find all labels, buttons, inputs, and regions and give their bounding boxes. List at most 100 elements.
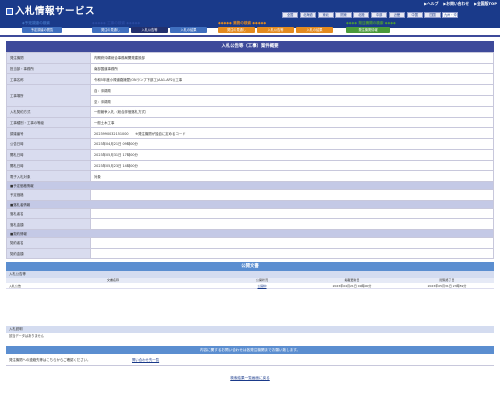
document-name: 入札公告 [9, 284, 22, 288]
field-label: 開札日時 [6, 159, 91, 172]
tab-construction-notice[interactable]: 入札公告等 [131, 27, 168, 33]
nav-divider [0, 35, 500, 37]
app-title[interactable]: 入札情報サービス [6, 3, 95, 17]
table-row: 入札契約方式 一般競争入札（総合評価落札方式） [6, 106, 494, 118]
table-row: 入札公告 公開中 2023年04月21日 09時00分 2023年05月31日 … [6, 283, 494, 289]
region-tab-chugoku[interactable]: 中国 [406, 12, 423, 18]
section-plan-price: ■予定価格情報 [6, 180, 494, 190]
section-winner: ■落札者情報 [6, 199, 494, 209]
table-row: 契約金額 [6, 247, 494, 260]
table-row: 予定価格 [6, 188, 494, 201]
table-row: 調達番号 2023990032151000 ※発注機関が独自に定めるコード [6, 127, 494, 140]
document-status-link[interactable]: 公開中 [257, 284, 266, 288]
category-construction: ◆◆◆◆◆ 工事の検索 ◆◆◆◆◆ [92, 21, 141, 25]
tab-consult-plan[interactable]: 発注の見通し [218, 27, 255, 33]
field-value: 2023年04月21日 09時00分 [90, 138, 494, 150]
table-row: 開札日時 2023年05月31日 17時00分 [6, 148, 494, 161]
region-tab-kinki[interactable]: 近畿 [388, 12, 406, 18]
region-tab-kyushu-okinawa[interactable]: 九州・沖縄 [442, 12, 459, 22]
region-tab-chubu[interactable]: 中部 [370, 12, 388, 18]
category-plan: ◆予定調達の検索 [22, 21, 50, 25]
table-row: 落札者名 [6, 207, 494, 220]
field-value: 一般土木工事 [90, 116, 494, 129]
region-tab-tohoku[interactable]: 東北 [317, 12, 334, 18]
region-tab-shikoku[interactable]: 四国 [424, 12, 441, 18]
field-value [90, 207, 494, 220]
field-label: 予定価格 [6, 188, 91, 201]
field-value [90, 247, 494, 260]
section-contract: ■契約情報 [6, 228, 494, 238]
field-value [90, 218, 494, 230]
table-row: 担当部・事務所 南部国道事務所 [6, 62, 494, 75]
field-value: 2023年05月31日 17時00分 [90, 148, 494, 161]
region-tab-hokkaido[interactable]: 北海道 [299, 12, 317, 18]
field-value: 一般競争入札（総合評価落札方式） [90, 106, 494, 118]
tab-consult-result[interactable]: 入札の結果 [296, 27, 333, 33]
table-row: 開札日時 2023年05月23日 14時00分 [6, 159, 494, 172]
panel-title: 入札公告等（工事）案件概要 [6, 41, 494, 52]
document-updated: 2023年04月21日 09時00分 [332, 284, 372, 288]
documents-subtitle: 入札公告等 [6, 271, 494, 278]
region-tab-kanto[interactable]: 関東 [335, 12, 352, 18]
table-row: 契約者名 [6, 236, 494, 249]
contact-label: 発注機関への連絡先等はこちらからご確認ください。 [9, 358, 91, 362]
notes-body: 該当データはありません [9, 334, 44, 338]
category-consultant: ◆◆◆◆◆ 業務の検索 ◆◆◆◆◆ [218, 21, 267, 25]
table-row: 工事場所 自：沖縄県 [6, 84, 494, 108]
section-header: ■契約情報 [6, 228, 494, 238]
public-documents: 公開文書 入札公告等 文書名称 公開状況 掲載更新日 閲覧終了日 入札公告 公開… [6, 262, 494, 289]
field-label: 工事場所 [6, 84, 91, 108]
field-label: 発注機関 [6, 52, 91, 64]
contact-link[interactable]: ▶お問い合わせ [443, 1, 469, 7]
logo-icon [6, 8, 13, 15]
field-label: 落札金額 [6, 218, 91, 230]
region-tab-hokuriku[interactable]: 北陸 [353, 12, 370, 18]
table-row: 工事名称 令和5年度小禄道路擁壁(ONランプ下部工(AA1-AP2))工事 [6, 73, 494, 86]
project-summary-panel: 入札公告等（工事）案件概要 発注機関 内閣府沖縄総合事務局開発建設部 担当部・事… [6, 41, 494, 260]
field-label: 調達番号 [6, 127, 91, 140]
section-header: ■落札者情報 [6, 199, 494, 209]
national-top-link[interactable]: ▶全国版TOP [474, 1, 497, 7]
table-row: 電子入札対象 対象 [6, 170, 494, 182]
field-label: 開札日時 [6, 148, 91, 161]
section-header: ■予定価格情報 [6, 180, 494, 190]
field-value: 至：沖縄県 [90, 95, 494, 108]
region-tab-national[interactable]: 全国 [282, 12, 299, 18]
field-value [90, 236, 494, 249]
document-status: 公開中 [220, 283, 304, 288]
field-label: 公告日時 [6, 138, 91, 150]
field-label: 工事名称 [6, 73, 91, 86]
table-row: 落札金額 [6, 218, 494, 230]
region-tabs: 全国 北海道 東北 関東 北陸 中部 近畿 中国 四国 九州・沖縄 [282, 12, 459, 22]
tab-construction-result[interactable]: 入札の結果 [170, 27, 207, 33]
top-links: ▶ヘルプ ▶お問い合わせ ▶全国版TOP [424, 1, 497, 7]
field-value: 2023990032151000 ※発注機関が独自に定めるコード [90, 127, 494, 140]
back-to-results-link[interactable]: 検索結果一覧画面に戻る [0, 376, 500, 381]
contact-list-link[interactable]: 問い合わせ先一覧 [132, 354, 159, 365]
field-label: 契約金額 [6, 247, 91, 260]
notes-section: 入札説明 該当データはありません [6, 326, 494, 342]
field-value: 対象 [90, 170, 494, 182]
field-label: 電子入札対象 [6, 170, 91, 182]
document-end: 2023年05月31日 23時59分 [427, 284, 467, 288]
category-orderer: ◆◆◆◆ 発注機関の検索 ◆◆◆◆ [346, 21, 396, 25]
tab-consult-notice[interactable]: 入札公告等 [257, 27, 294, 33]
tab-orderer-info[interactable]: 発注機関情報 [346, 27, 390, 33]
field-label: 契約者名 [6, 236, 91, 249]
tab-construction-plan[interactable]: 発注の見通し [92, 27, 129, 33]
tab-plan-announce[interactable]: 予定調達の閲覧 [22, 27, 62, 33]
table-row: 発注機関 内閣府沖縄総合事務局開発建設部 [6, 52, 494, 64]
field-label: 担当部・事務所 [6, 62, 91, 75]
table-row: 工事種別・工事の等級 一般土木工事 [6, 116, 494, 129]
contact-row: 発注機関への連絡先等はこちらからご確認ください。 問い合わせ先一覧 [6, 354, 494, 366]
project-summary-table: 発注機関 内閣府沖縄総合事務局開発建設部 担当部・事務所 南部国道事務所 工事名… [6, 52, 494, 260]
field-label: 落札者名 [6, 207, 91, 220]
field-value: 令和5年度小禄道路擁壁(ONランプ下部工(AA1-AP2))工事 [90, 73, 494, 86]
contact-title: 内容に関するお問い合わせは各発注機関までお願い致します。 [6, 346, 494, 354]
table-row: 公告日時 2023年04月21日 09時00分 [6, 138, 494, 150]
field-value: 2023年05月23日 14時00分 [90, 159, 494, 172]
notes-title: 入札説明 [6, 326, 494, 333]
field-label: 入札契約方式 [6, 106, 91, 118]
help-link[interactable]: ▶ヘルプ [424, 1, 438, 7]
documents-title: 公開文書 [6, 262, 494, 271]
